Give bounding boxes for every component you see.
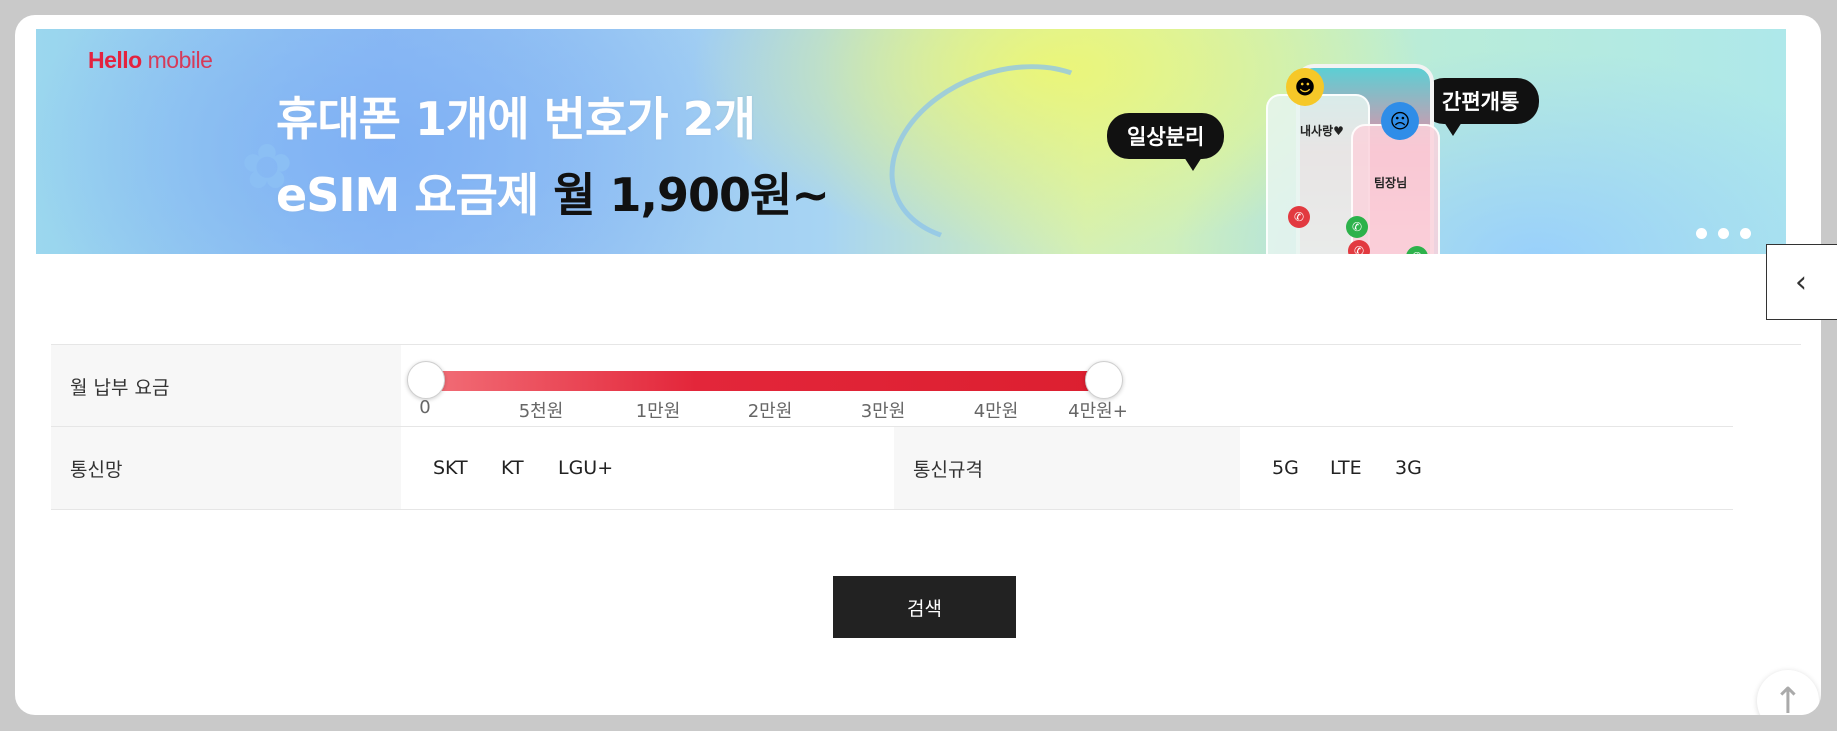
carousel-dot[interactable] [1696, 228, 1707, 239]
network-option-skt[interactable]: SKT [433, 427, 468, 509]
sleepy-emoji-icon: ☹ [1381, 102, 1419, 140]
standard-option-5g[interactable]: 5G [1272, 427, 1299, 509]
headline-esim: eSIM 요금제 [276, 168, 554, 222]
slider-tick-label: 5천원 [518, 401, 564, 422]
slider-tick-label: 4만원+ [1068, 401, 1128, 422]
slider-thumb-max[interactable] [1085, 361, 1123, 399]
phone-contact-2: 팀장님 [1374, 176, 1408, 190]
page-card: Hello mobile ✿ 휴대폰 1개에 번호가 2개 eSIM 요금제 월… [15, 15, 1821, 715]
chevron-left-icon: ‹ [1795, 264, 1807, 300]
side-panel-toggle[interactable]: ‹ [1766, 244, 1837, 320]
network-option-lgu[interactable]: LGU+ [558, 427, 613, 509]
network-option-kt[interactable]: KT [501, 427, 524, 509]
logo-word-mobile: mobile [141, 47, 213, 73]
search-button[interactable]: 검색 [833, 576, 1016, 638]
standard-option-lte[interactable]: LTE [1330, 427, 1362, 509]
call-icon: ✆ [1346, 216, 1368, 238]
filter-row-fee: 월 납부 요금 0 5천원 1만원 2만원 3만원 4만원 4만원+ [51, 344, 1801, 427]
slider-tick-label: 1만원 [635, 401, 681, 422]
filter-row-network: 통신망 SKT KT LGU+ 통신규격 5G LTE 3G [51, 426, 1733, 510]
monthly-fee-label: 월 납부 요금 [51, 345, 401, 427]
hello-mobile-logo: Hello mobile [88, 47, 213, 74]
speech-bubble-daily-split: 일상분리 [1107, 113, 1225, 171]
carousel-dots [1696, 224, 1762, 243]
scroll-top-button[interactable]: ↑ [1757, 670, 1819, 715]
slider-tick-label: 0 [419, 397, 431, 418]
arrow-up-icon: ↑ [1772, 680, 1804, 716]
phone-illustration: ☻ ☹ 내사랑♥ 팀장님 ✆ ✆ ✆ ✆ [1256, 64, 1446, 254]
standard-label: 통신규격 [894, 427, 1240, 509]
standard-option-3g[interactable]: 3G [1395, 427, 1422, 509]
network-label: 통신망 [51, 427, 401, 509]
carousel-dot[interactable] [1740, 228, 1751, 239]
carousel-dot[interactable] [1718, 228, 1729, 239]
headline-price: 월 1,900원~ [553, 168, 830, 222]
banner-headline: 휴대폰 1개에 번호가 2개 eSIM 요금제 월 1,900원~ [276, 81, 830, 233]
smiley-emoji-icon: ☻ [1286, 68, 1324, 106]
slider-tick-label: 2만원 [747, 401, 793, 422]
hangup-icon: ✆ [1288, 206, 1310, 228]
ribbon-decoration [864, 33, 1148, 254]
phone-contact-1: 내사랑♥ [1300, 124, 1344, 138]
headline-line-1: 휴대폰 1개에 번호가 2개 [276, 92, 756, 146]
slider-track[interactable] [425, 371, 1103, 391]
slider-thumb-min[interactable] [407, 361, 445, 399]
fee-range-slider[interactable]: 0 5천원 1만원 2만원 3만원 4만원 4만원+ [401, 345, 1201, 427]
headline-line-2: eSIM 요금제 월 1,900원~ [276, 157, 830, 233]
promo-banner[interactable]: Hello mobile ✿ 휴대폰 1개에 번호가 2개 eSIM 요금제 월… [36, 29, 1786, 254]
logo-word-hello: Hello [88, 47, 142, 73]
slider-tick-label: 4만원 [973, 401, 1019, 422]
slider-tick-label: 3만원 [860, 401, 906, 422]
